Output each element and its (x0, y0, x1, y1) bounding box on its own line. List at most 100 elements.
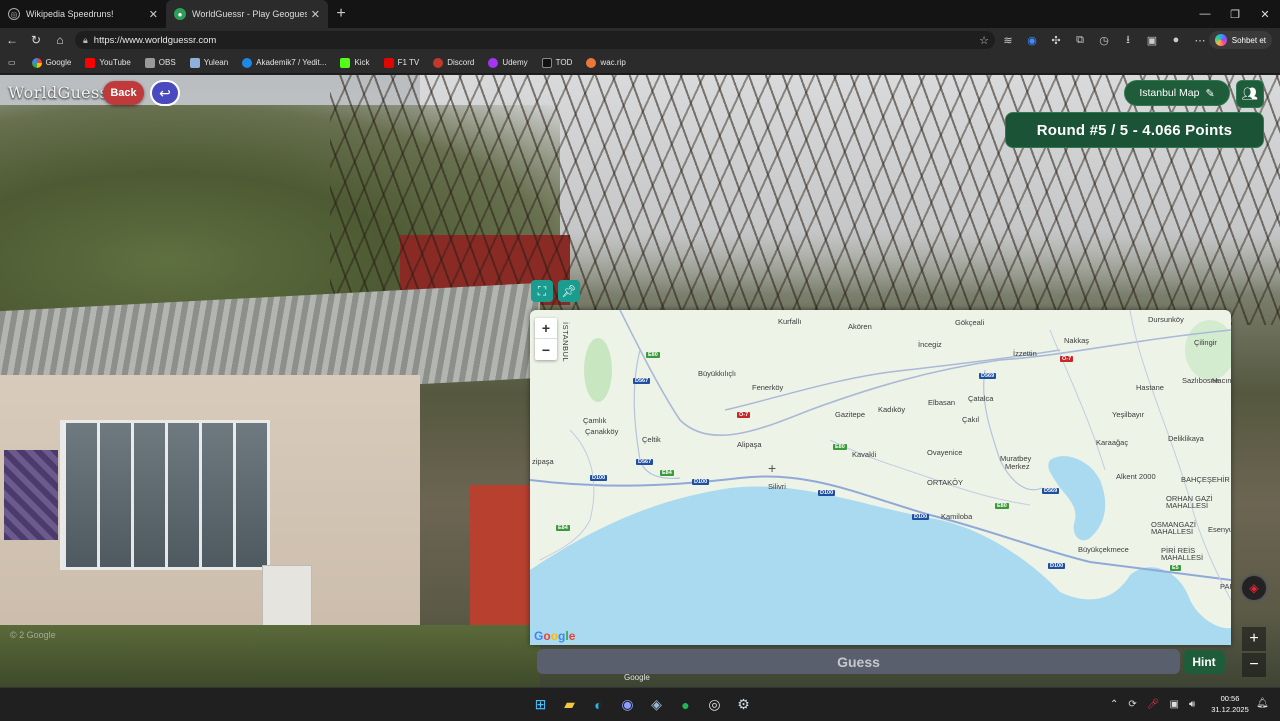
tab-wikipedia-speedruns[interactable]: ◎ Wikipedia Speedruns! ✕ (0, 0, 166, 28)
read-aloud-icon[interactable]: ≋ (996, 34, 1020, 47)
sync-icon[interactable]: ⟳ (1128, 699, 1136, 710)
map-place-label: Alkent 2000 (1116, 472, 1156, 481)
maximize-icon[interactable]: ❐ (1220, 0, 1250, 28)
system-tray: ⌃ ⟳ 🎤︎ ▣ 🔊︎ (1110, 688, 1205, 721)
map-place-label: Ovayenice (927, 448, 963, 457)
compass-icon[interactable]: ◈ (1240, 574, 1268, 602)
map-place-label: PARSE (1220, 582, 1231, 591)
road-shield: D567 (636, 459, 654, 465)
bookmark-yulean[interactable]: Yulean (189, 57, 228, 68)
bookmark-akademik7[interactable]: Akademik7 / Yedit... (242, 57, 326, 68)
copilot-button[interactable]: Sohbet et (1208, 31, 1272, 49)
guess-map[interactable]: + − İSTANBUL + Google Kurfallı Akören Gökç… (530, 310, 1231, 645)
bookmark-discord[interactable]: Discord (433, 57, 474, 68)
wacrip-icon (586, 57, 597, 68)
sv-zoom-in-button[interactable]: + (1242, 627, 1266, 651)
map-place-label: İncegiz (918, 340, 942, 349)
return-to-start-button[interactable]: ↩ (150, 80, 180, 106)
bookmark-google[interactable]: Google (31, 57, 71, 68)
tod-icon (541, 57, 552, 68)
map-place-label: BAHÇEŞEHİR (1181, 475, 1230, 484)
address-bar-row: ← ↻ ⌂ 🔒︎ https://www.worldguessr.com ☆ ≋… (0, 28, 1280, 52)
party-button[interactable]: 👥︎ (1236, 80, 1264, 108)
favorite-star-icon[interactable]: ☆ (979, 34, 989, 47)
pencil-icon: ✎ (1205, 87, 1215, 100)
collections-icon[interactable]: ⧉ (1068, 34, 1092, 47)
refresh-icon[interactable]: ↻ (24, 28, 48, 52)
history-icon[interactable]: ◷ (1092, 34, 1116, 47)
windows-start-icon[interactable]: ⊞ (526, 692, 555, 717)
copilot-icon (1214, 34, 1227, 46)
volume-icon[interactable]: 🔊︎ (1189, 699, 1195, 710)
close-tab-icon[interactable]: ✕ (149, 8, 158, 21)
map-name-button[interactable]: Istanbul Map ✎ (1124, 80, 1230, 106)
road-shield: E80 (646, 352, 660, 358)
app-icon[interactable]: ◈ (642, 692, 671, 717)
zoom-in-button[interactable]: + (535, 318, 557, 339)
road-shield: E5 (1170, 565, 1181, 571)
bookmark-youtube[interactable]: YouTube (85, 57, 131, 68)
microphone-icon[interactable]: 🎤︎ (1147, 699, 1160, 710)
obs-taskbar-icon[interactable]: ◎ (700, 692, 729, 717)
obs-icon (144, 57, 155, 68)
download-icon[interactable]: ⭳ (1116, 31, 1140, 50)
new-tab-button[interactable]: + (328, 5, 354, 23)
map-place-label: Merkez (1005, 462, 1030, 471)
map-name-label: Istanbul Map (1139, 87, 1200, 99)
lock-icon: 🔒︎ (83, 34, 88, 45)
bookmark-kick[interactable]: Kick (340, 57, 370, 68)
bookmark-f1tv[interactable]: F1 TV (383, 57, 419, 68)
back-arrow-icon[interactable]: ← (0, 28, 24, 52)
guess-button[interactable]: Guess (537, 649, 1180, 674)
edge-icon[interactable]: ◐ (584, 692, 613, 717)
map-place-label: Silivri (768, 482, 786, 491)
akademik7-icon (242, 57, 253, 68)
sidebar-toggle-icon[interactable]: ▭ (8, 58, 16, 67)
spotify-icon[interactable]: ● (671, 692, 700, 717)
expand-map-button[interactable]: ⛶ (531, 280, 553, 302)
bookmark-obs[interactable]: OBS (144, 57, 176, 68)
map-place-label: Çakıl (962, 415, 980, 424)
discord-taskbar-icon[interactable]: ◉ (613, 692, 642, 717)
zoom-out-button[interactable]: − (535, 339, 557, 360)
bookmark-udemy[interactable]: Udemy (488, 57, 528, 68)
close-window-icon[interactable]: ✕ (1250, 0, 1280, 28)
pin-map-button[interactable]: 📌︎ (558, 280, 580, 302)
hanging-cloth (4, 450, 58, 540)
close-tab-icon[interactable]: ✕ (311, 8, 320, 21)
map-place-label: Karaağaç (1096, 438, 1129, 447)
sv-zoom-out-button[interactable]: − (1242, 653, 1266, 677)
road-shield: O-7 (737, 412, 751, 418)
home-icon[interactable]: ⌂ (48, 28, 72, 52)
steam-icon[interactable]: ⚙ (729, 692, 758, 717)
network-icon[interactable]: ▣ (1169, 699, 1178, 710)
discord-icon (433, 57, 444, 68)
hint-button[interactable]: Hint (1183, 650, 1225, 674)
map-place-label: Büyükkılıçlı (698, 369, 736, 378)
road-shield: E84 (556, 525, 570, 531)
street-view-attribution: Google (624, 673, 650, 682)
clock-date: 31.12.2025 (1211, 705, 1249, 714)
road-shield: D100 (692, 479, 710, 485)
map-place-label: Kamiloba (941, 512, 973, 521)
bookmark-wacrip[interactable]: wac.rip (586, 57, 626, 68)
map-place-label: Kadıköy (878, 405, 906, 414)
bookmark-tod[interactable]: TOD (541, 57, 572, 68)
map-place-label: MAHALLESİ (1151, 527, 1194, 536)
file-explorer-icon[interactable]: ▰ (555, 692, 584, 717)
chevron-up-icon[interactable]: ⌃ (1110, 699, 1118, 710)
tab-worldguessr[interactable]: ● WorldGuessr - Play Geoguessr for ✕ (166, 0, 328, 28)
url-field[interactable]: 🔒︎ https://www.worldguessr.com ☆ (75, 31, 995, 49)
profile-avatar-icon[interactable]: ● (1164, 34, 1188, 46)
clock[interactable]: 00:56 31.12.2025 (1210, 693, 1250, 715)
map-place-label: Çanakköy (585, 427, 619, 436)
extensions-icon[interactable]: ✣ (1044, 34, 1068, 47)
minimize-icon[interactable]: — (1190, 0, 1220, 28)
screenshot-icon[interactable]: ▣ (1140, 34, 1164, 47)
extension-icon[interactable]: ◉ (1020, 34, 1044, 47)
notification-bell-icon[interactable]: 🔔︎ (1256, 698, 1269, 709)
undo-arrow-icon: ↩ (159, 84, 171, 101)
back-button[interactable]: Back (103, 81, 144, 105)
google-maps-logo: Google (534, 629, 576, 643)
barred-window (60, 420, 270, 570)
